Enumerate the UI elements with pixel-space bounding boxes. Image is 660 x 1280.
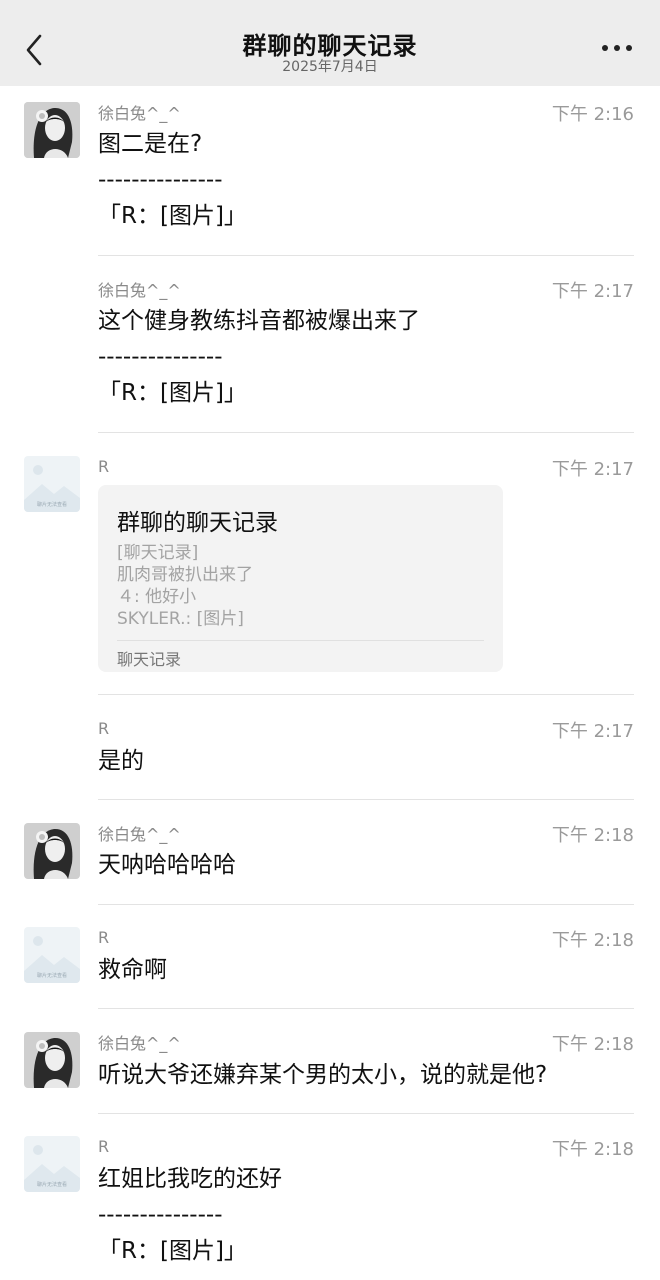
avatar-placeholder-text: 聊片无法查看 (37, 1181, 67, 1188)
image-placeholder-icon: 聊片无法查看 (24, 1136, 80, 1192)
avatar-placeholder-text: 聊片无法查看 (37, 501, 67, 508)
message-time: 下午 2:17 (551, 459, 634, 480)
message-time: 下午 2:17 (551, 721, 634, 742)
message-text: 天呐哈哈哈哈 (98, 852, 236, 878)
message-sender: 徐白兔^_^ (98, 825, 181, 844)
avatar-placeholder-text: 聊片无法查看 (37, 972, 67, 979)
card-line: SKYLER.: [图片] (117, 609, 244, 629)
navigation-bar: 群聊的聊天记录 2025年7月4日 (0, 0, 660, 86)
message-separator (98, 432, 634, 433)
woman-portrait-icon (24, 102, 80, 158)
message-text: 图二是在? (98, 131, 203, 157)
image-placeholder-icon: 聊片无法查看 (24, 456, 80, 512)
more-dot (626, 45, 632, 51)
message-separator (98, 1113, 634, 1114)
message-time: 下午 2:17 (551, 281, 634, 302)
page-date: 2025年7月4日 (282, 59, 378, 75)
more-dots-icon (602, 45, 608, 51)
message-sender: R (98, 928, 110, 947)
avatar-xubaitu[interactable] (24, 1032, 80, 1088)
message-time: 下午 2:18 (551, 930, 634, 951)
message-time: 下午 2:16 (551, 104, 634, 125)
message-divider-text: --------------- (98, 1202, 223, 1228)
message-sender: R (98, 457, 110, 476)
chat-record-card[interactable]: 群聊的聊天记录 [聊天记录] 肌肉哥被扒出来了 ４: 他好小 SKYLER.: … (98, 485, 503, 672)
card-divider (117, 640, 484, 641)
message-sender: 徐白兔^_^ (98, 104, 181, 123)
woman-portrait-icon (24, 1032, 80, 1088)
quoted-reply[interactable]: 「R：[图片]」 (98, 378, 247, 408)
card-title: 群聊的聊天记录 (117, 510, 278, 536)
woman-portrait-icon (24, 823, 80, 879)
message-text: 是的 (98, 748, 144, 774)
card-footer: 聊天记录 (117, 650, 182, 669)
more-dot (614, 45, 620, 51)
message-separator (98, 1008, 634, 1009)
message-sender: R (98, 719, 110, 738)
message-separator (98, 694, 634, 695)
avatar-r[interactable]: 聊片无法查看 (24, 927, 80, 983)
message-sender: R (98, 1137, 110, 1156)
message-divider-text: --------------- (98, 344, 223, 370)
message-text: 听说大爷还嫌弃某个男的太小，说的就是他? (98, 1062, 548, 1088)
image-placeholder-icon: 聊片无法查看 (24, 927, 80, 983)
message-separator (98, 904, 634, 905)
avatar-r[interactable]: 聊片无法查看 (24, 456, 80, 512)
message-text: 红姐比我吃的还好 (98, 1166, 282, 1192)
more-button[interactable] (602, 45, 632, 53)
quoted-reply[interactable]: 「R：[图片]」 (98, 1236, 247, 1266)
message-text: 救命啊 (98, 957, 167, 983)
message-divider-text: --------------- (98, 167, 223, 193)
message-text: 这个健身教练抖音都被爆出来了 (98, 308, 420, 334)
message-separator (98, 255, 634, 256)
message-sender: 徐白兔^_^ (98, 1034, 181, 1053)
quoted-reply[interactable]: 「R：[图片]」 (98, 201, 247, 231)
message-time: 下午 2:18 (551, 1034, 634, 1055)
message-sender: 徐白兔^_^ (98, 281, 181, 300)
message-time: 下午 2:18 (551, 825, 634, 846)
message-separator (98, 799, 634, 800)
avatar-r[interactable]: 聊片无法查看 (24, 1136, 80, 1192)
message-time: 下午 2:18 (551, 1139, 634, 1160)
avatar-xubaitu[interactable] (24, 823, 80, 879)
avatar-xubaitu[interactable] (24, 102, 80, 158)
